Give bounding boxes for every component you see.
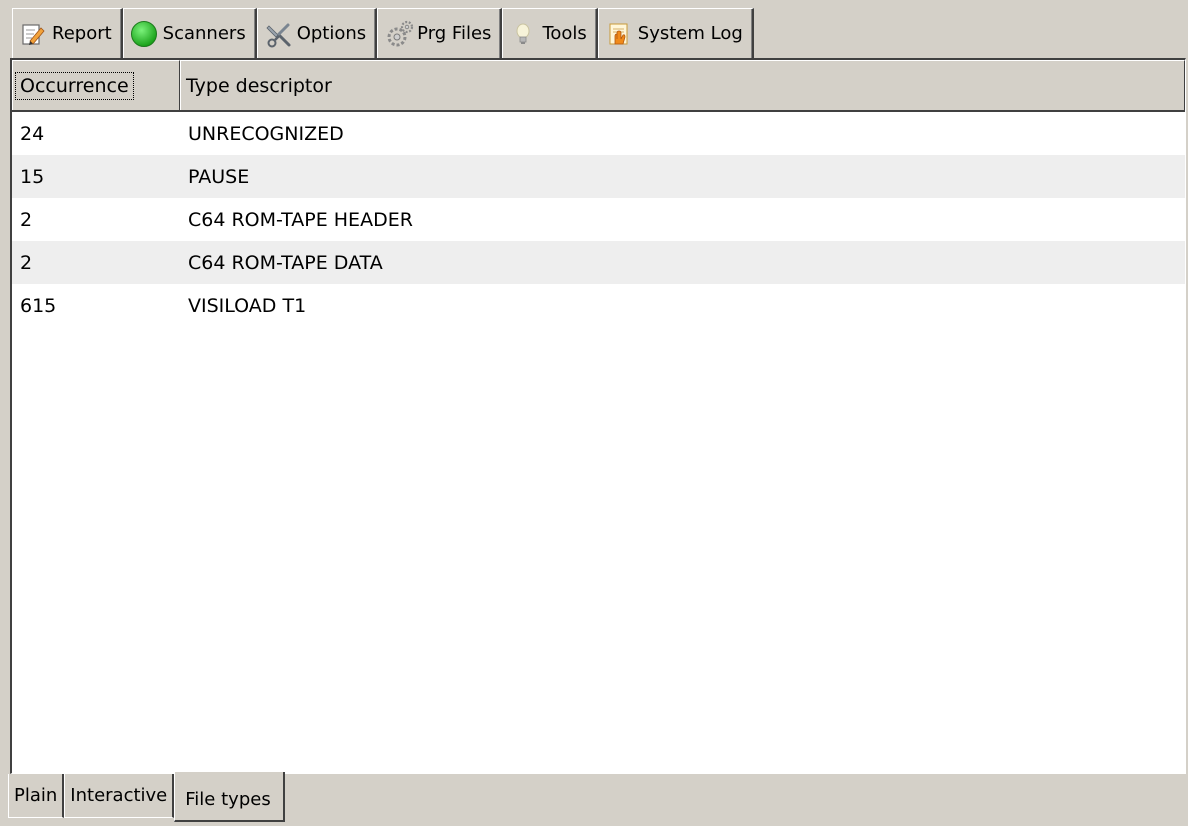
system-log-icon [607,22,631,46]
tab-scanners[interactable]: Scanners [122,8,257,58]
table-body: 24 UNRECOGNIZED 15 PAUSE 2 C64 ROM-TAPE … [12,112,1185,327]
table-row[interactable]: 24 UNRECOGNIZED [12,112,1185,155]
tab-tools-label: Tools [542,23,587,44]
tab-file-types-label: File types [185,788,271,810]
tools-icon [511,22,535,46]
table-row[interactable]: 2 C64 ROM-TAPE DATA [12,241,1185,284]
table-row[interactable]: 15 PAUSE [12,155,1185,198]
column-header-type-descriptor[interactable]: Type descriptor [180,60,1185,110]
tab-plain[interactable]: Plain [8,774,65,818]
tab-system-log[interactable]: System Log [597,8,754,58]
tab-options[interactable]: Options [256,8,378,58]
tab-system-log-label: System Log [637,23,743,44]
occurrence-cell: 2 [20,208,33,231]
table-row[interactable]: 2 C64 ROM-TAPE HEADER [12,198,1185,241]
column-header-occurrence-label: Occurrence [15,71,134,100]
tab-tools[interactable]: Tools [502,8,598,58]
column-header-occurrence[interactable]: Occurrence [12,60,180,110]
bottom-tab-bar: Plain Interactive File types [8,772,285,822]
occurrence-cell: 2 [20,251,33,274]
occurrence-cell: 24 [20,122,45,145]
occurrence-cell: 15 [20,165,45,188]
type-descriptor-cell: C64 ROM-TAPE DATA [188,251,383,274]
top-tab-bar: Report Scanners Options Prg Files Tools … [12,8,754,58]
prg-files-icon [386,20,414,46]
type-descriptor-cell: VISILOAD T1 [188,294,307,317]
scanners-icon [130,20,157,47]
report-icon [21,22,45,46]
tab-prg-files-label: Prg Files [417,23,492,44]
options-icon [266,22,291,47]
occurrence-cell: 615 [20,294,57,317]
tab-file-types[interactable]: File types [174,772,285,822]
tab-report[interactable]: Report [12,8,123,58]
column-header-type-descriptor-label: Type descriptor [186,74,332,97]
tab-plain-label: Plain [14,785,58,806]
tab-interactive[interactable]: Interactive [64,774,175,818]
type-descriptor-cell: C64 ROM-TAPE HEADER [188,208,413,231]
tab-prg-files[interactable]: Prg Files [377,8,503,58]
tab-scanners-label: Scanners [162,23,246,44]
table-header: Occurrence Type descriptor [12,60,1185,112]
type-descriptor-cell: PAUSE [188,165,250,188]
file-types-table: Occurrence Type descriptor 24 UNRECOGNIZ… [10,58,1186,774]
tab-options-label: Options [296,23,367,44]
type-descriptor-cell: UNRECOGNIZED [188,122,344,145]
tab-report-label: Report [52,23,112,44]
tab-interactive-label: Interactive [70,785,168,806]
table-row[interactable]: 615 VISILOAD T1 [12,284,1185,327]
